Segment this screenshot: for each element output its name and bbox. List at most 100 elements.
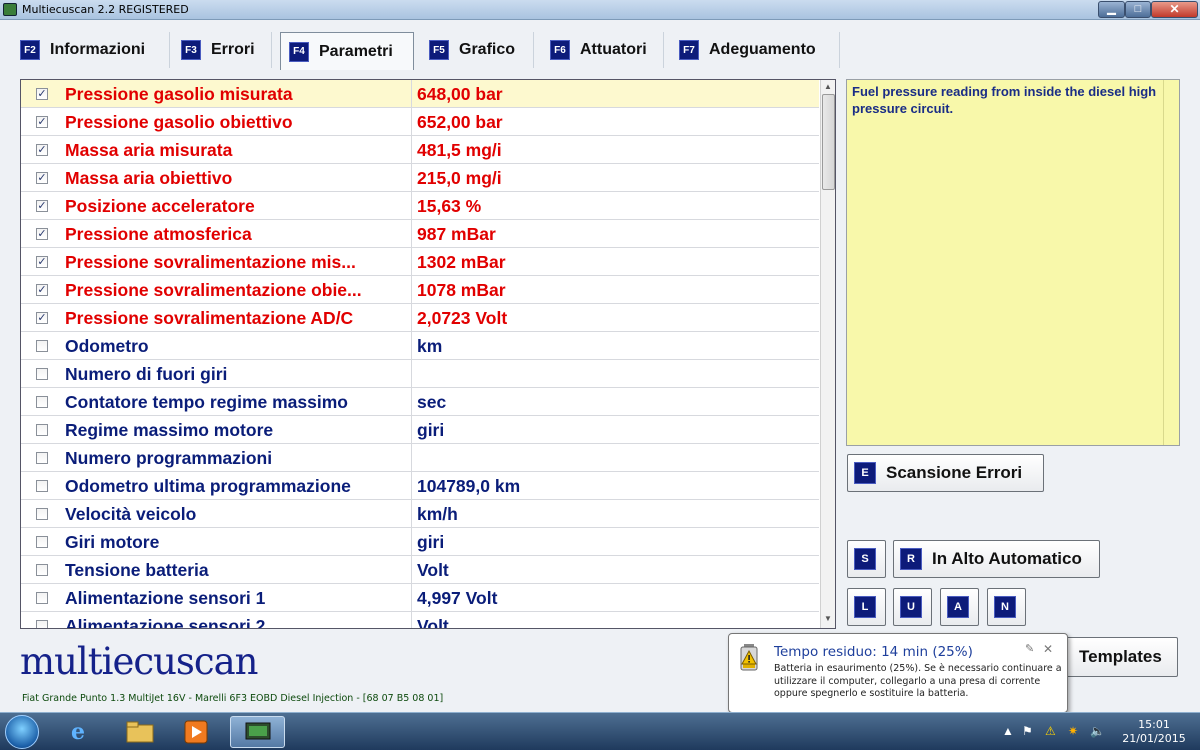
auto-scroll-button[interactable]: R In Alto Automatico bbox=[893, 540, 1100, 578]
parameter-row[interactable]: ✓ Massa aria misurata 481,5 mg/i bbox=[21, 136, 819, 164]
scroll-up-icon[interactable]: ▲ bbox=[824, 82, 832, 91]
checkbox-checked-icon[interactable]: ✓ bbox=[36, 284, 48, 296]
parameter-list[interactable]: ✓ Pressione gasolio misurata 648,00 bar ✓ Pr… bbox=[20, 79, 836, 629]
action-center-flag-icon[interactable]: ⚑ bbox=[1022, 724, 1033, 738]
parameter-name: Pressione atmosferica bbox=[65, 224, 252, 244]
parameter-row[interactable]: Odometro ultima programmazione 104789,0 k… bbox=[21, 472, 819, 500]
description-scrollbar[interactable] bbox=[1163, 80, 1179, 445]
parameter-value: 104789,0 km bbox=[417, 476, 521, 496]
close-icon[interactable]: ✕ bbox=[1043, 642, 1053, 656]
checkbox-icon[interactable] bbox=[36, 452, 48, 464]
parameter-name: Odometro ultima programmazione bbox=[65, 476, 351, 496]
app-logo: multiecuscan bbox=[20, 640, 258, 683]
parameter-row[interactable]: Regime massimo motore giri bbox=[21, 416, 819, 444]
parameter-name: Pressione sovralimentazione mis... bbox=[65, 252, 356, 272]
start-button[interactable] bbox=[5, 715, 39, 749]
parameter-name: Pressione sovralimentazione obie... bbox=[65, 280, 362, 300]
column-separator bbox=[411, 528, 412, 556]
taskbar: e ▲ ⚑ ⚠ ✷ 🔈 15:01 21/01/2015 bbox=[0, 712, 1200, 750]
parameter-row[interactable]: ✓ Pressione sovralimentazione AD/C 2,0723 … bbox=[21, 304, 819, 332]
scan-errors-label: Scansione Errori bbox=[886, 463, 1023, 482]
checkbox-icon[interactable] bbox=[36, 424, 48, 436]
s-key-icon: S bbox=[854, 548, 876, 570]
u-button[interactable]: U bbox=[893, 588, 932, 626]
parameter-row[interactable]: Numero programmazioni bbox=[21, 444, 819, 472]
scroll-thumb[interactable] bbox=[822, 94, 835, 190]
checkbox-icon[interactable] bbox=[36, 368, 48, 380]
tab-grafico[interactable]: F5 Grafico bbox=[421, 32, 534, 68]
checkbox-icon[interactable] bbox=[36, 564, 48, 576]
parameter-row[interactable]: Contatore tempo regime massimo sec bbox=[21, 388, 819, 416]
checkbox-checked-icon[interactable]: ✓ bbox=[36, 116, 48, 128]
parameter-row[interactable]: ✓ Pressione gasolio misurata 648,00 bar bbox=[21, 80, 819, 108]
checkbox-checked-icon[interactable]: ✓ bbox=[36, 228, 48, 240]
parameter-row[interactable]: Tensione batteria Volt bbox=[21, 556, 819, 584]
battery-icon[interactable]: ⚠ bbox=[1045, 724, 1056, 738]
f3-key-icon: F3 bbox=[181, 40, 201, 60]
checkbox-icon[interactable] bbox=[36, 536, 48, 548]
tab-label: Parametri bbox=[319, 42, 393, 60]
column-separator bbox=[411, 444, 412, 472]
checkbox-icon[interactable] bbox=[36, 620, 48, 628]
parameter-row[interactable]: ✓ Pressione atmosferica 987 mBar bbox=[21, 220, 819, 248]
s-button[interactable]: S bbox=[847, 540, 886, 578]
network-icon[interactable]: ✷ bbox=[1068, 724, 1078, 738]
column-separator bbox=[411, 276, 412, 304]
tab-informazioni[interactable]: F2 Informazioni bbox=[12, 32, 170, 68]
close-button[interactable]: ✕ bbox=[1151, 1, 1198, 18]
checkbox-checked-icon[interactable]: ✓ bbox=[36, 144, 48, 156]
scan-errors-button[interactable]: E Scansione Errori bbox=[847, 454, 1044, 492]
checkbox-checked-icon[interactable]: ✓ bbox=[36, 200, 48, 212]
checkbox-checked-icon[interactable]: ✓ bbox=[36, 88, 48, 100]
tab-attuatori[interactable]: F6 Attuatori bbox=[542, 32, 664, 68]
a-button[interactable]: A bbox=[940, 588, 979, 626]
column-separator bbox=[411, 220, 412, 248]
parameter-row[interactable]: Velocità veicolo km/h bbox=[21, 500, 819, 528]
checkbox-icon[interactable] bbox=[36, 396, 48, 408]
checkbox-checked-icon[interactable]: ✓ bbox=[36, 256, 48, 268]
tab-errori[interactable]: F3 Errori bbox=[173, 32, 272, 68]
parameter-name: Massa aria obiettivo bbox=[65, 168, 233, 188]
parameter-row[interactable]: ✓ Massa aria obiettivo 215,0 mg/i bbox=[21, 164, 819, 192]
checkbox-checked-icon[interactable]: ✓ bbox=[36, 312, 48, 324]
maximize-button[interactable]: □ bbox=[1125, 1, 1151, 18]
parameter-row[interactable]: Numero di fuori giri bbox=[21, 360, 819, 388]
parameter-row[interactable]: ✓ Pressione sovralimentazione obie... 1078… bbox=[21, 276, 819, 304]
tab-adeguamento[interactable]: F7 Adeguamento bbox=[671, 32, 840, 68]
battery-notification[interactable]: ✎ ✕ Tempo residuo: 14 min (25%) Batteria… bbox=[728, 633, 1068, 713]
parameter-row[interactable]: Giri motore giri bbox=[21, 528, 819, 556]
parameter-value: giri bbox=[417, 420, 445, 440]
parameter-row[interactable]: ✓ Posizione acceleratore 15,63 % bbox=[21, 192, 819, 220]
n-button[interactable]: N bbox=[987, 588, 1026, 626]
checkbox-icon[interactable] bbox=[36, 340, 48, 352]
parameter-row[interactable]: ✓ Pressione gasolio obiettivo 652,00 bar bbox=[21, 108, 819, 136]
vertical-scrollbar[interactable]: ▲ ▼ bbox=[820, 80, 835, 628]
multiecuscan-taskbar-icon[interactable] bbox=[230, 716, 285, 748]
show-hidden-icons-icon[interactable]: ▲ bbox=[1002, 724, 1014, 738]
clock[interactable]: 15:01 21/01/2015 bbox=[1118, 718, 1190, 746]
parameter-name: Tensione batteria bbox=[65, 560, 209, 580]
parameter-name: Numero programmazioni bbox=[65, 448, 273, 468]
volume-icon[interactable]: 🔈 bbox=[1090, 724, 1105, 738]
internet-explorer-icon[interactable]: e bbox=[56, 716, 100, 748]
checkbox-icon[interactable] bbox=[36, 592, 48, 604]
checkbox-icon[interactable] bbox=[36, 508, 48, 520]
auto-scroll-label: In Alto Automatico bbox=[932, 549, 1082, 568]
column-separator bbox=[411, 388, 412, 416]
parameter-row[interactable]: Alimentazione sensori 1 4,997 Volt bbox=[21, 584, 819, 612]
tab-parametri[interactable]: F4 Parametri bbox=[280, 32, 414, 70]
checkbox-checked-icon[interactable]: ✓ bbox=[36, 172, 48, 184]
folder-icon[interactable] bbox=[118, 716, 162, 748]
tab-label: Adeguamento bbox=[709, 41, 816, 58]
checkbox-icon[interactable] bbox=[36, 480, 48, 492]
settings-icon[interactable]: ✎ bbox=[1025, 642, 1034, 655]
scroll-down-icon[interactable]: ▼ bbox=[824, 614, 832, 623]
templates-button[interactable]: Templates bbox=[1050, 637, 1178, 677]
parameter-row[interactable]: Odometro km bbox=[21, 332, 819, 360]
l-key-icon: L bbox=[854, 596, 876, 618]
l-button[interactable]: L bbox=[847, 588, 886, 626]
minimize-button[interactable]: ▁ bbox=[1098, 1, 1125, 18]
parameter-row[interactable]: Alimentazione sensori 2 Volt bbox=[21, 612, 819, 628]
parameter-row[interactable]: ✓ Pressione sovralimentazione mis... 1302 … bbox=[21, 248, 819, 276]
media-player-icon[interactable] bbox=[174, 716, 218, 748]
